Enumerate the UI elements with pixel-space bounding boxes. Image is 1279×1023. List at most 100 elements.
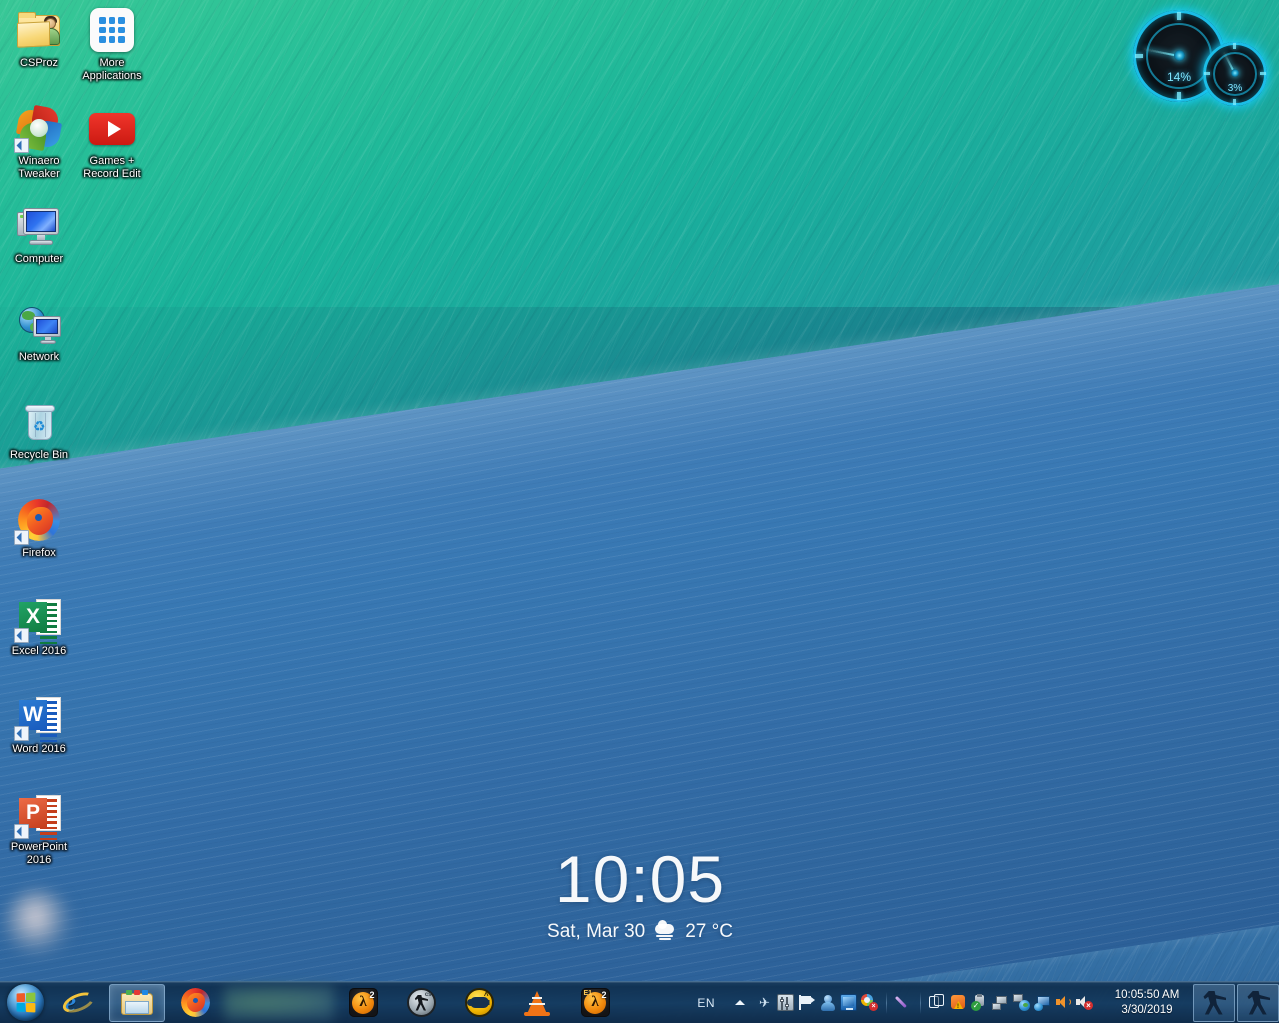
taskbar-item-counter-strike[interactable]: cs [393,984,449,1022]
shortcut-arrow-icon [14,138,29,153]
recycle-bin-icon: ♻ [15,398,63,446]
tray-clock-date: 3/30/2019 [1121,1003,1173,1016]
counter-strike-figure-icon [1247,990,1270,1015]
desktop-icon-word-2016[interactable]: W Word 2016 [2,692,76,756]
plane-icon[interactable]: ✈ [756,994,773,1011]
display-icon[interactable] [840,994,857,1011]
gauge-hub [1231,69,1239,77]
taskbar-item-firefox[interactable] [167,984,223,1022]
computer-icon [15,202,63,250]
tray-clock[interactable]: 10:05:50 AM 3/30/2019 [1105,988,1189,1018]
badge: ^ [483,991,489,1000]
shortcut-arrow-icon [14,824,29,839]
tray-separator [886,991,887,1014]
gauge-tick [1204,72,1210,75]
taskbar[interactable]: e λ 2 cs ^ λ E1 2 EN ✈ × ! ✓ × 10:05:50 … [0,981,1279,1023]
volume-muted-icon[interactable]: × [1076,994,1093,1011]
ram-gauge[interactable]: 3% [1203,42,1267,106]
desktop-icon-label: Winaero Tweaker [18,155,60,180]
taskbar-item-half-life-2[interactable]: λ 2 [335,984,391,1022]
badge-prefix: E1 [583,990,593,997]
gauge-tick [1233,43,1236,49]
firefox-icon [180,988,210,1017]
language-indicator[interactable]: EN [697,996,715,1010]
taskbar-item-internet-explorer[interactable]: e [51,984,107,1022]
gauge-tick [1177,12,1181,20]
desktop-icon-powerpoint-2016[interactable]: P PowerPoint 2016 [2,790,76,866]
volume-icon[interactable] [1055,994,1072,1011]
clock-date: Sat, Mar 30 [547,921,646,942]
clock-temperature: 27 °C [685,921,733,942]
desktop-icon-network[interactable]: Network [2,300,76,364]
tray-clock-time: 10:05:50 AM [1114,988,1180,1001]
firefox-icon [14,496,63,545]
gauge-tick [1260,72,1266,75]
desktop-icon-more-applications[interactable]: More Applications [75,6,149,82]
desktop[interactable]: CSProz More Applications Winaero Tweaker… [0,0,1279,1023]
warning-icon[interactable]: ! [950,994,967,1011]
desktop-icon-label: Network [18,351,60,363]
counter-strike-figure-icon [1203,990,1226,1015]
badge: 2 [601,990,607,1000]
gauge-tick [1177,92,1181,100]
vlc-cone-icon [523,989,551,1017]
desktop-icon-label: Games + Record Edit [83,155,141,180]
desktop-icon-label: CSProz [20,57,58,69]
desktop-icon-label: Word 2016 [12,743,66,755]
desktop-icon-label: PowerPoint 2016 [10,841,68,866]
desktop-icon-games-record-edit[interactable]: Games + Record Edit [75,104,149,180]
winaero-tweaker-icon [14,104,63,153]
windows-start-orb-icon [6,984,44,1021]
desktop-icon-csproz[interactable]: CSProz [2,6,76,70]
tray-separator [920,991,921,1014]
equalizer-icon[interactable] [777,994,794,1011]
show-desktop-button-secondary[interactable] [1237,983,1279,1022]
word-icon: W [14,692,63,742]
desktop-icon-label: Firefox [22,547,56,559]
user-account-icon[interactable] [819,994,836,1011]
usb-safe-icon[interactable]: ✓ [971,994,988,1011]
desktop-icon-firefox[interactable]: Firefox [2,496,76,560]
badge: cs [424,992,432,998]
gear-error-icon[interactable]: × [861,994,878,1011]
half-life-lambda-icon: λ 2 [348,988,378,1017]
desktop-clock-widget[interactable]: 10:05 Sat, Mar 30 27 °C [470,845,810,943]
folder-user-icon [15,6,63,54]
system-gauges-widget[interactable]: 14% 3% [1121,2,1275,112]
badge: 2 [369,990,375,1000]
flag-icon[interactable] [798,994,815,1011]
half-life-lambda-icon: λ E1 2 [580,988,610,1017]
show-desktop-button[interactable] [1193,983,1235,1022]
powerpoint-icon: P [14,790,63,840]
taskbar-item-half-life-2-episode-1[interactable]: λ E1 2 [567,984,623,1022]
blurred-taskbar-region[interactable] [224,983,334,1022]
desktop-icon-recycle-bin[interactable]: ♻ Recycle Bin [2,398,76,462]
network-icon [15,300,63,348]
network-monitor-icon[interactable] [1034,994,1051,1011]
desktop-icon-label: Recycle Bin [9,449,69,461]
network-pc-icon[interactable] [992,994,1009,1011]
pen-icon[interactable] [894,994,912,1011]
taskbar-item-vlc[interactable] [509,984,565,1022]
shortcut-arrow-icon [14,628,29,643]
taskbar-item-windows-explorer[interactable] [109,983,165,1022]
wrench-game-icon: ^ [464,988,494,1017]
taskbar-item-wrench-game[interactable]: ^ [451,984,507,1022]
chevron-up-icon[interactable] [731,994,749,1012]
start-button[interactable] [0,983,50,1023]
desktop-icon-computer[interactable]: Computer [2,202,76,266]
desktop-icon-winaero-tweaker[interactable]: Winaero Tweaker [2,104,76,180]
clock-subline: Sat, Mar 30 27 °C [470,919,810,943]
internet-explorer-icon: e [60,987,97,1017]
network-globe-icon[interactable] [1013,994,1030,1011]
desktop-icon-label: Computer [14,253,64,265]
blurred-desktop-icon[interactable] [4,890,74,958]
shortcut-arrow-icon [14,530,29,545]
desktop-icon-label: Excel 2016 [11,645,67,657]
copy-windows-icon[interactable] [929,994,946,1011]
app-grid-icon [88,6,136,54]
desktop-icon-excel-2016[interactable]: X Excel 2016 [2,594,76,658]
system-tray[interactable]: EN ✈ × ! ✓ × 10:05:50 AM 3/30/2019 [691,982,1279,1023]
gauge-tick [1233,99,1236,105]
counter-strike-icon: cs [406,988,436,1017]
